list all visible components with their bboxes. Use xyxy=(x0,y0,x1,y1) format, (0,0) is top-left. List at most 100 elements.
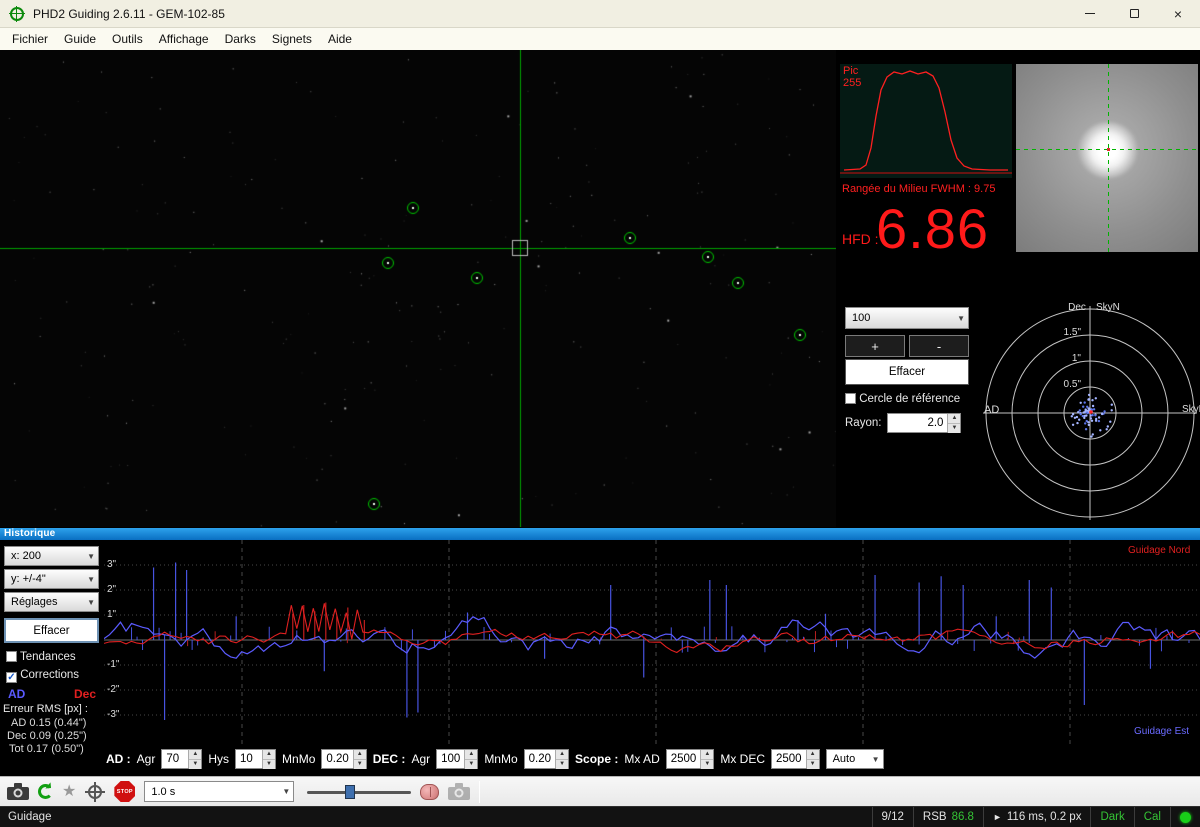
minimize-button[interactable] xyxy=(1068,0,1112,27)
spinner-arrows[interactable]: ▲ ▼ xyxy=(947,414,961,433)
max-dec-value[interactable]: 2500 xyxy=(772,750,806,768)
dec-gain-value[interactable]: 100 xyxy=(437,750,464,768)
ytick-3: 3" xyxy=(107,559,117,570)
pulse-arrow-icon: ► xyxy=(992,812,1002,822)
target-panel: 100 ▼ + - Effacer Cercle de référence Ra… xyxy=(838,291,1200,527)
dec-minmove-label: MnMo xyxy=(484,752,518,766)
rms-dec: Dec 0.09 (0.25") xyxy=(7,730,87,742)
spinner-arrows[interactable]: ▲ ▼ xyxy=(555,750,569,769)
auto-select-star-icon[interactable]: ★ xyxy=(62,783,76,800)
history-clear-button[interactable]: Effacer xyxy=(4,618,99,643)
guide-icon[interactable] xyxy=(85,781,106,802)
status-dark: Dark xyxy=(1090,807,1133,827)
spinner-arrows[interactable]: ▲ ▼ xyxy=(700,750,714,769)
exposure-select[interactable]: 1.0 s ▼ xyxy=(144,781,295,802)
status-frames: 9/12 xyxy=(871,807,913,827)
camera-properties-icon[interactable] xyxy=(448,783,471,800)
target-zoom-value: 100 xyxy=(852,312,871,324)
reference-circle-row: Cercle de référence xyxy=(845,393,960,405)
spinner-arrows[interactable]: ▲ ▼ xyxy=(352,750,366,769)
menu-aide[interactable]: Aide xyxy=(320,29,360,49)
menu-guide[interactable]: Guide xyxy=(56,29,104,49)
starfield-image[interactable] xyxy=(0,50,836,527)
ytick-1: 1" xyxy=(107,609,117,620)
phd2-logo-icon xyxy=(9,5,25,22)
corrections-checkbox[interactable]: ✓ xyxy=(6,672,17,683)
target-clear-button[interactable]: Effacer xyxy=(845,359,969,385)
history-yscale-select[interactable]: y: +/-4" ▼ xyxy=(4,569,99,589)
loop-exposures-icon[interactable] xyxy=(38,784,53,799)
status-pulse: ► 116 ms, 0.2 px xyxy=(982,807,1091,827)
dec-minmove-value[interactable]: 0.20 xyxy=(525,750,555,768)
trends-checkbox[interactable] xyxy=(6,651,17,662)
brain-settings-icon[interactable] xyxy=(420,783,440,800)
menu-darks[interactable]: Darks xyxy=(217,29,264,49)
trends-label: Tendances xyxy=(20,651,76,663)
chevron-down-icon: ▼ xyxy=(87,574,95,584)
menu-signets[interactable]: Signets xyxy=(264,29,320,49)
menu-outils[interactable]: Outils xyxy=(104,29,151,49)
dec-prefix-label: DEC : xyxy=(372,752,406,766)
dec-minmove-spinner[interactable]: 0.20 ▲ ▼ xyxy=(523,749,570,769)
stop-button[interactable]: STOP xyxy=(114,781,136,802)
slider-handle[interactable] xyxy=(345,784,356,799)
spin-up-icon[interactable]: ▲ xyxy=(948,414,961,424)
spinner-arrows[interactable]: ▲ ▼ xyxy=(262,750,276,769)
peak-label: Pic xyxy=(843,65,859,77)
exposure-value: 1.0 s xyxy=(151,785,176,798)
history-xscale-select[interactable]: x: 200 ▼ xyxy=(4,546,99,566)
star-centroid-marker xyxy=(1107,148,1110,151)
history-settings-select[interactable]: Réglages ▼ xyxy=(4,592,99,612)
ra-minmove-value[interactable]: 0.20 xyxy=(322,750,352,768)
dec-gain-label: Agr xyxy=(411,752,431,766)
spinner-arrows[interactable]: ▲ ▼ xyxy=(805,750,819,769)
ring-label-15: 1.5" xyxy=(1063,327,1081,338)
close-button[interactable]: × xyxy=(1156,0,1200,27)
spinner-arrows[interactable]: ▲ ▼ xyxy=(188,750,202,769)
radius-spinner[interactable]: 2.0 ▲ ▼ xyxy=(887,413,962,433)
ring-label-10: 1" xyxy=(1071,353,1081,364)
ra-minmove-spinner[interactable]: 0.20 ▲ ▼ xyxy=(321,749,367,769)
status-led xyxy=(1170,807,1200,827)
chevron-down-icon: ▼ xyxy=(871,754,880,764)
history-graph xyxy=(104,540,1200,744)
minimize-icon xyxy=(1085,13,1095,14)
dec-gain-spinner[interactable]: 100 ▲ ▼ xyxy=(436,749,479,769)
status-right: 9/12 RSB 86.8 ► 116 ms, 0.2 px Dark Cal xyxy=(871,807,1200,827)
spin-down-icon[interactable]: ▼ xyxy=(948,424,961,433)
radius-value[interactable]: 2.0 xyxy=(888,414,947,432)
ytick-m3: -3" xyxy=(107,709,120,720)
hysteresis-spinner[interactable]: 10 ▲ ▼ xyxy=(235,749,277,769)
ra-prefix-label: AD : xyxy=(106,752,131,766)
scope-prefix-label: Scope : xyxy=(575,752,619,766)
window-controls: × xyxy=(1068,0,1200,27)
star-crosshair-vertical xyxy=(1108,64,1109,252)
ra-gain-spinner[interactable]: 70 ▲ ▼ xyxy=(161,749,203,769)
history-panel-header: Historique xyxy=(0,528,1200,540)
target-zoom-in-button[interactable]: + xyxy=(845,335,905,357)
ra-gain-value[interactable]: 70 xyxy=(162,750,188,768)
window-title: PHD2 Guiding 2.6.11 - GEM-102-85 xyxy=(33,6,225,21)
radius-label: Rayon: xyxy=(845,417,882,429)
ra-minmove-label: MnMo xyxy=(282,752,316,766)
menu-fichier[interactable]: Fichier xyxy=(4,29,56,49)
maximize-button[interactable] xyxy=(1112,0,1156,27)
target-zoom-select[interactable]: 100 ▼ xyxy=(845,307,969,329)
target-zoom-out-button[interactable]: - xyxy=(909,335,969,357)
max-ra-value[interactable]: 2500 xyxy=(667,750,701,768)
max-ra-spinner[interactable]: 2500 ▲ ▼ xyxy=(665,749,715,769)
hysteresis-value[interactable]: 10 xyxy=(236,750,262,768)
spinner-arrows[interactable]: ▲ ▼ xyxy=(464,750,478,769)
ra-gain-label: Agr xyxy=(136,752,156,766)
starfield[interactable] xyxy=(0,50,836,527)
peak-value: 255 xyxy=(843,77,862,89)
reference-circle-checkbox[interactable] xyxy=(845,393,856,404)
stretch-slider[interactable] xyxy=(307,783,412,801)
dec-guide-mode-select[interactable]: Auto ▼ xyxy=(825,749,884,769)
titlebar: PHD2 Guiding 2.6.11 - GEM-102-85 × xyxy=(0,0,1200,28)
max-dec-spinner[interactable]: 2500 ▲ ▼ xyxy=(771,749,820,769)
hysteresis-label: Hys xyxy=(208,752,230,766)
snr-value: 86.8 xyxy=(951,811,974,823)
camera-connect-icon[interactable] xyxy=(7,783,29,800)
menu-affichage[interactable]: Affichage xyxy=(151,29,217,49)
